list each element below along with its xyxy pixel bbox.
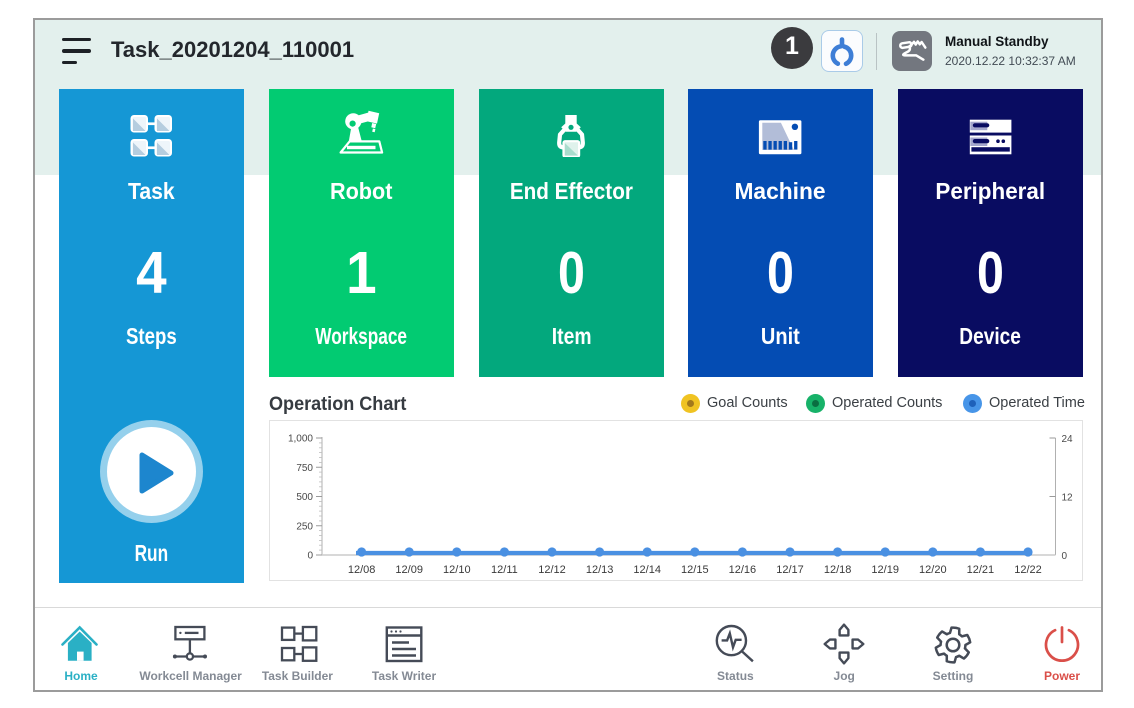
svg-text:12/17: 12/17 [776, 564, 804, 576]
svg-text:12/20: 12/20 [919, 564, 947, 576]
svg-text:0: 0 [307, 551, 313, 562]
svg-text:250: 250 [296, 521, 313, 532]
svg-text:12/09: 12/09 [395, 564, 423, 576]
svg-text:24: 24 [1062, 434, 1074, 445]
svg-text:500: 500 [296, 492, 313, 503]
svg-text:0: 0 [1062, 551, 1068, 562]
svg-text:12/21: 12/21 [967, 564, 995, 576]
svg-text:12/22: 12/22 [1014, 564, 1042, 576]
svg-text:12/11: 12/11 [491, 564, 518, 576]
svg-text:12/08: 12/08 [348, 564, 376, 576]
svg-text:12/10: 12/10 [443, 564, 471, 576]
svg-text:12/18: 12/18 [824, 564, 852, 576]
svg-text:1,000: 1,000 [288, 434, 313, 445]
svg-text:12/16: 12/16 [729, 564, 757, 576]
svg-text:12/14: 12/14 [633, 564, 661, 576]
svg-text:12/13: 12/13 [586, 564, 614, 576]
svg-text:12/15: 12/15 [681, 564, 709, 576]
svg-text:12/12: 12/12 [538, 564, 566, 576]
svg-text:12: 12 [1062, 493, 1074, 504]
svg-text:750: 750 [296, 463, 313, 474]
svg-text:12/19: 12/19 [871, 564, 899, 576]
